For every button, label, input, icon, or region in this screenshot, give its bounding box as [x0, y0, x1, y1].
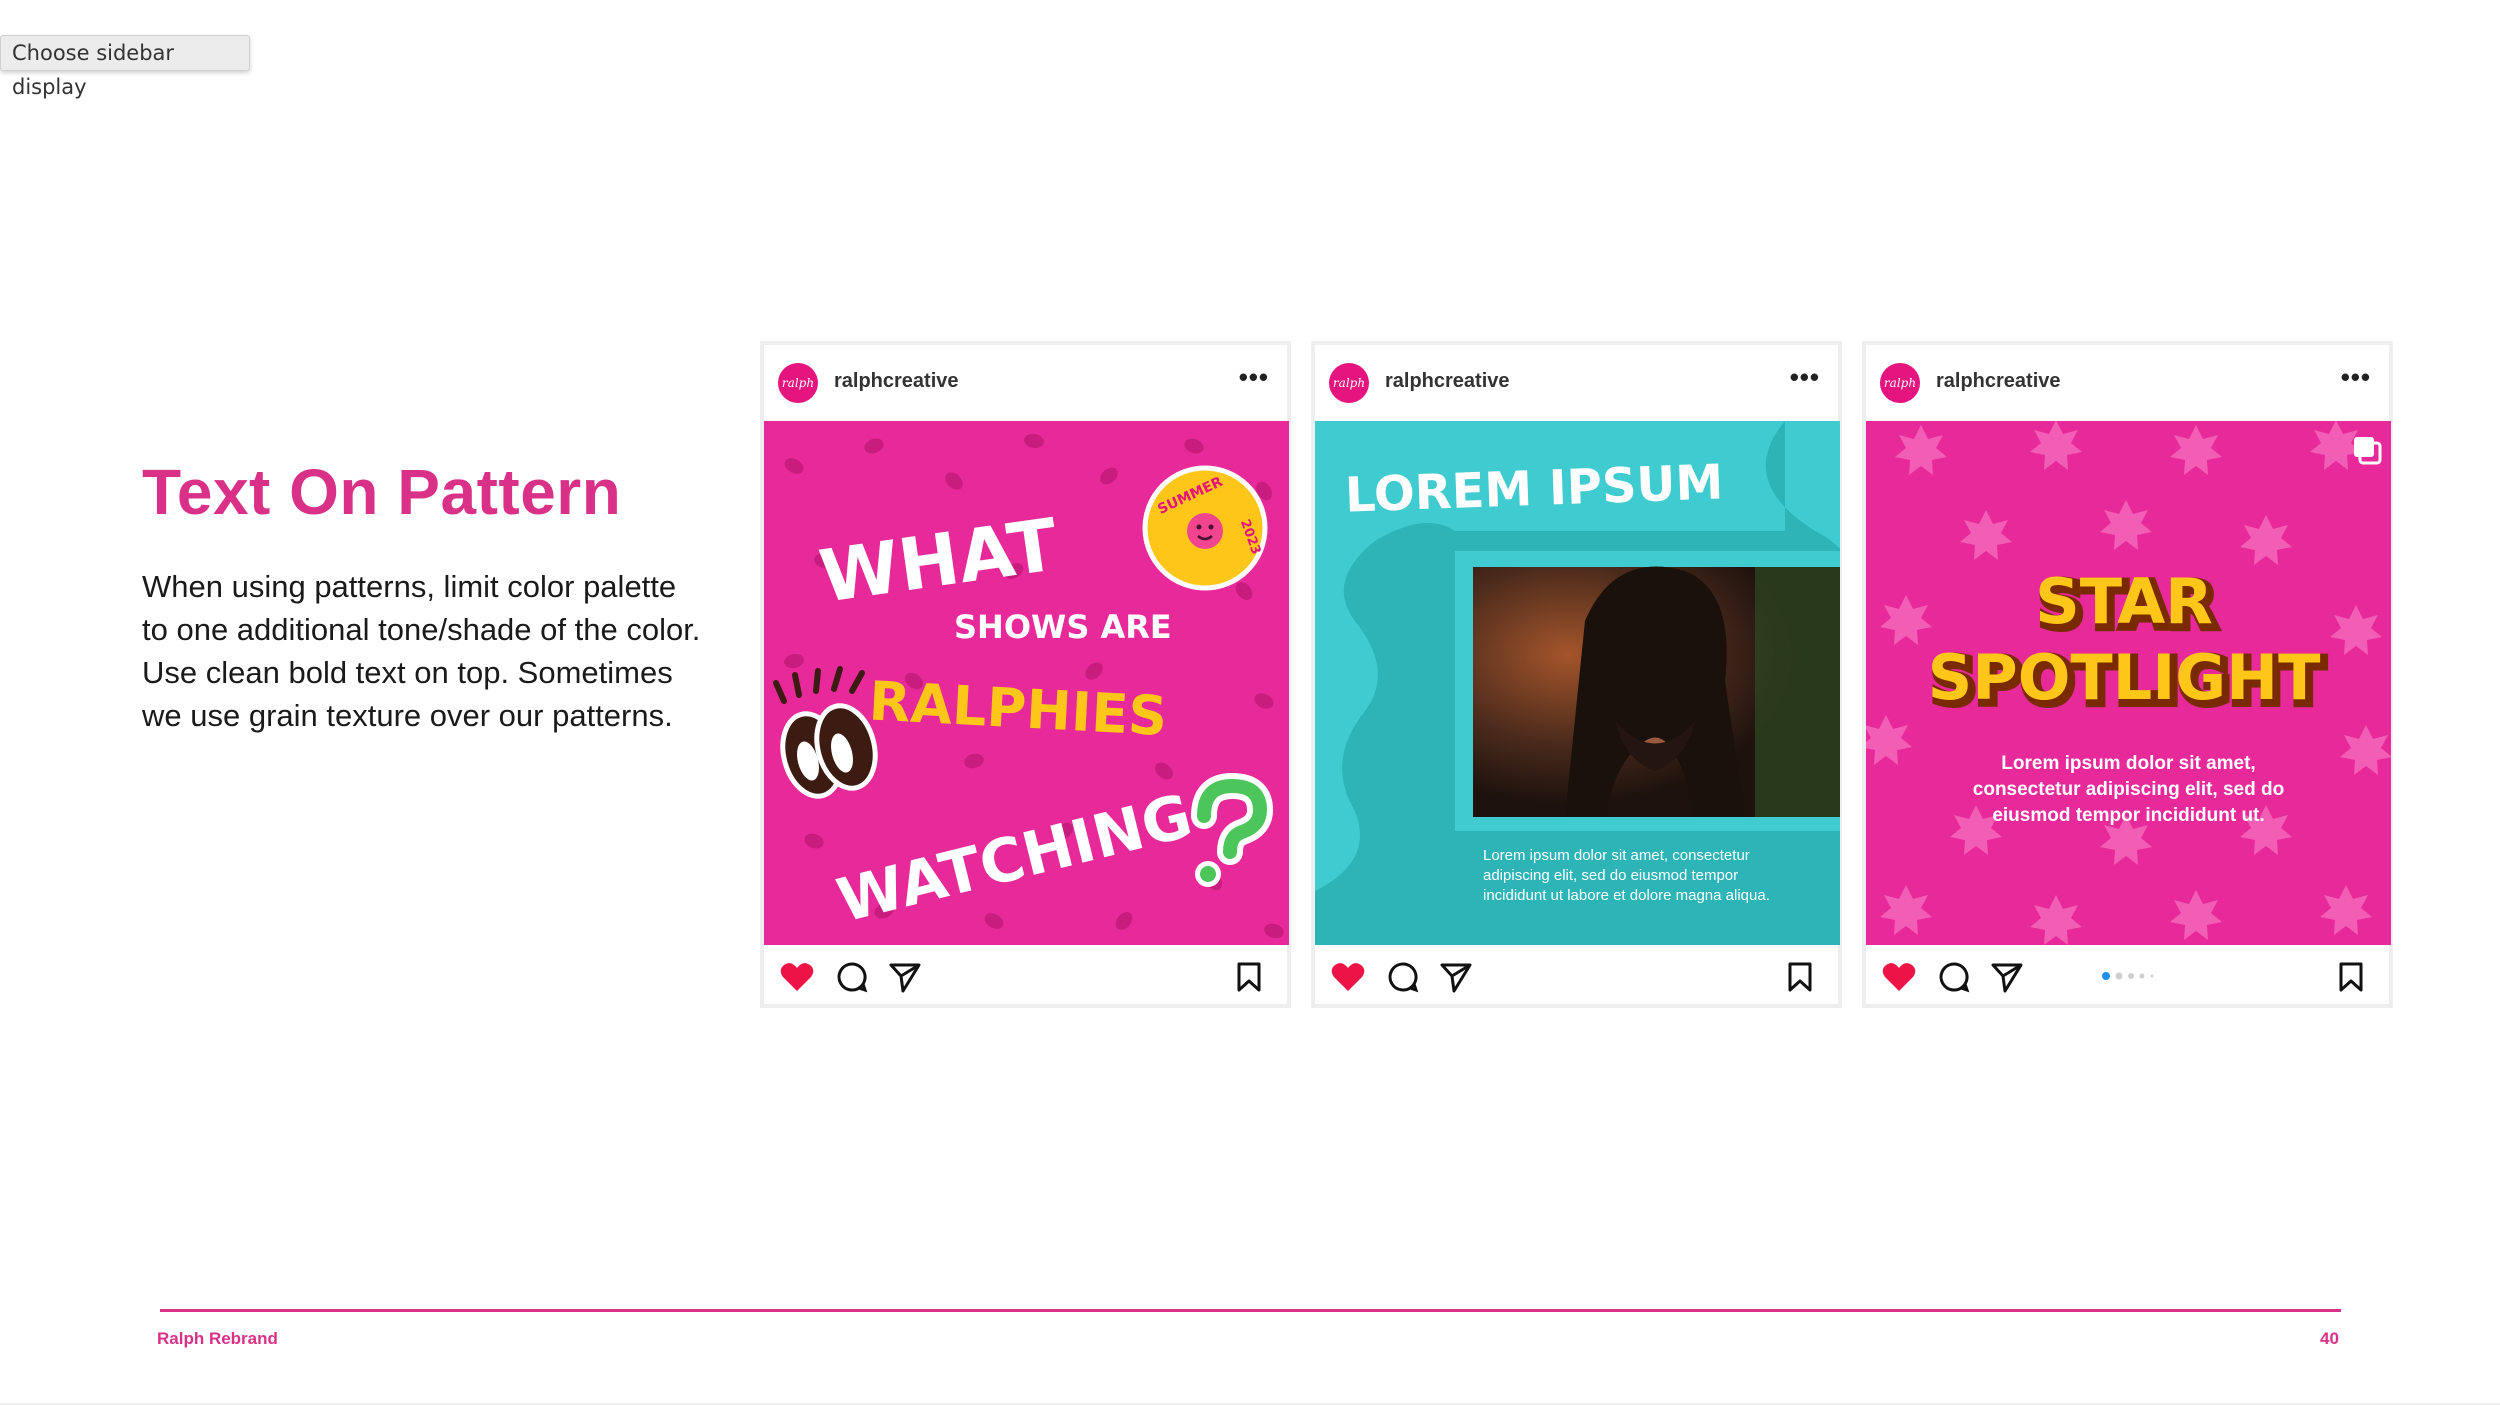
comment-icon[interactable]: [836, 961, 868, 993]
bookmark-icon[interactable]: [2338, 961, 2364, 993]
post-image: SUMMER 2023 WHAT SHOWS ARE RALPHIES WATC…: [764, 421, 1289, 945]
star-pattern-artwork: STAR STAR SPOTLIGHT SPOTLIGHT: [1866, 421, 2391, 945]
caption-line: Lorem ipsum dolor sit amet,: [2001, 753, 2256, 774]
caption-line: Lorem ipsum dolor sit amet, consectetur: [1483, 847, 1750, 864]
send-icon[interactable]: [1990, 961, 2024, 993]
heart-icon[interactable]: [1331, 961, 1365, 993]
caption-line: eiusmod tempor incididunt ut.: [1992, 805, 2265, 826]
more-options-icon[interactable]: •••: [2341, 364, 2371, 390]
heart-icon[interactable]: [1882, 961, 1916, 993]
slide-heading: Text On Pattern: [142, 456, 622, 528]
caption-line: consectetur adipiscing elit, sed do: [1972, 779, 2285, 800]
page-number: 40: [2320, 1329, 2339, 1348]
post3-title-star: STAR: [2035, 565, 2213, 638]
send-icon[interactable]: [888, 961, 922, 993]
instagram-post-2: ralph ralphcreative ••• LOREM IPSUM Lore: [1311, 341, 1842, 1008]
more-options-icon[interactable]: •••: [1790, 364, 1820, 390]
bookmark-icon[interactable]: [1236, 961, 1262, 993]
footer-title: Ralph Rebrand: [157, 1329, 278, 1348]
post2-caption: Lorem ipsum dolor sit amet, consectetur …: [1483, 846, 1770, 906]
post-image: LOREM IPSUM Lorem ipsum dolor sit amet, …: [1315, 421, 1840, 945]
post3-title-spotlight: SPOTLIGHT: [1928, 641, 2321, 714]
post-username[interactable]: ralphcreative: [1385, 370, 1510, 393]
post1-line-ralphies: RALPHIES: [867, 669, 1168, 748]
footer-divider: [160, 1309, 2341, 1312]
heart-icon[interactable]: [780, 961, 814, 993]
caption-line: adipiscing elit, sed do eiusmod tempor: [1483, 867, 1739, 884]
carousel-dots: [2102, 972, 2154, 980]
slide-body-text: When using patterns, limit color palette…: [142, 569, 701, 733]
post-header: ralph ralphcreative •••: [764, 345, 1287, 421]
post-username[interactable]: ralphcreative: [1936, 370, 2061, 393]
sidebar-display-tooltip[interactable]: Choose sidebar display: [0, 35, 250, 99]
send-icon[interactable]: [1439, 961, 1473, 993]
summer-2023-sticker: SUMMER 2023: [1142, 465, 1268, 591]
avatar[interactable]: ralph: [778, 363, 818, 403]
post-actions: [764, 945, 1287, 1008]
post-image: STAR STAR SPOTLIGHT SPOTLIGHT Lorem ipsu…: [1866, 421, 2391, 945]
post1-line-what: WHAT: [814, 502, 1062, 618]
post1-line-watching: WATCHING: [831, 781, 1199, 937]
comment-icon[interactable]: [1387, 961, 1419, 993]
eyes-graphic: [773, 666, 878, 799]
post-actions: [1315, 945, 1838, 1008]
caption-line: incididunt ut labore et dolore magna ali…: [1483, 887, 1770, 904]
post3-caption: Lorem ipsum dolor sit amet, consectetur …: [1866, 751, 2391, 829]
pattern-artwork: SUMMER 2023 WHAT SHOWS ARE RALPHIES WATC…: [773, 433, 1284, 939]
post-header: ralph ralphcreative •••: [1315, 345, 1838, 421]
post-header: ralph ralphcreative •••: [1866, 345, 2389, 421]
question-mark-graphic: [1191, 772, 1274, 887]
post1-line-shows-are: SHOWS ARE: [954, 608, 1172, 646]
avatar[interactable]: ralph: [1329, 363, 1369, 403]
more-options-icon[interactable]: •••: [1239, 364, 1269, 390]
avatar[interactable]: ralph: [1880, 363, 1920, 403]
instagram-post-1: ralph ralphcreative ••• SUMMER 2023 WHAT…: [760, 341, 1291, 1008]
post-actions: [1866, 945, 2389, 1008]
post-username[interactable]: ralphcreative: [834, 370, 959, 393]
comment-icon[interactable]: [1938, 961, 1970, 993]
bookmark-icon[interactable]: [1787, 961, 1813, 993]
instagram-post-3: ralph ralphcreative ••• STAR STAR SPOTLI…: [1862, 341, 2393, 1008]
